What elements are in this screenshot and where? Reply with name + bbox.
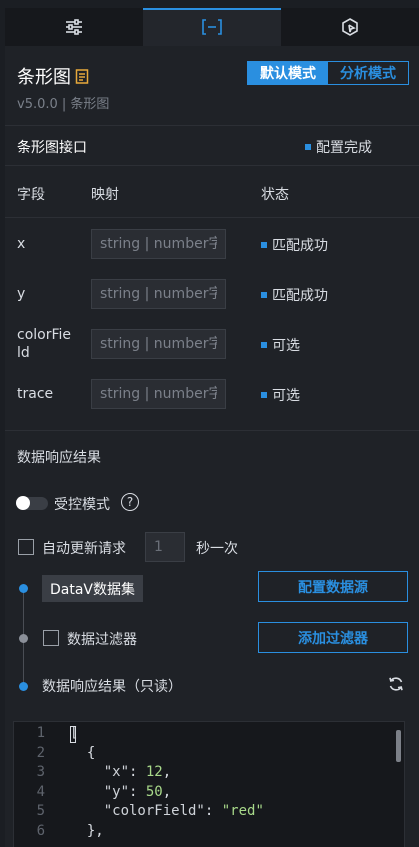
auto-update-row: 自动更新请求 秒一次 <box>5 525 419 571</box>
code-line: { <box>70 744 96 761</box>
line-number-gutter: 1 2 3 4 5 6 <box>14 724 50 841</box>
mapping-input-colorfield[interactable] <box>91 329 226 359</box>
status-dot-icon <box>261 292 267 298</box>
line-number: 1 <box>36 725 45 741</box>
auto-update-checkbox[interactable] <box>18 539 34 555</box>
field-name: trace <box>17 386 54 402</box>
field-rows: x 匹配成功 y 匹配成功 colorFie ld 可选 trace <box>5 218 419 431</box>
field-status: 匹配成功 <box>261 285 328 305</box>
line-number: 3 <box>36 764 45 780</box>
status-dot-icon <box>305 144 311 150</box>
code-scrollbar[interactable] <box>396 730 401 762</box>
response-result-label: 数据响应结果（只读） <box>42 679 182 695</box>
data-filter-label: 数据过滤器 <box>67 632 137 648</box>
line-number: 4 <box>36 783 45 800</box>
code-lines: [ { "x": 12, "y": 50, "colorField": "red… <box>70 724 264 841</box>
column-field: 字段 <box>17 187 45 203</box>
add-filter-button[interactable]: 添加过滤器 <box>258 622 408 653</box>
field-status: 匹配成功 <box>261 235 328 255</box>
document-icon[interactable] <box>75 68 89 84</box>
status-dot-icon <box>261 392 267 398</box>
configure-source-button[interactable]: 配置数据源 <box>258 571 408 602</box>
response-title: 数据响应结果 <box>17 450 101 466</box>
status-dot-icon <box>261 242 267 248</box>
default-mode-button[interactable]: 默认模式 <box>248 62 328 84</box>
bracket-icon <box>202 19 222 35</box>
field-name: y <box>17 286 26 302</box>
interface-section-header: 条形图接口 配置完成 <box>5 126 419 166</box>
text-cursor <box>70 726 76 743</box>
pipeline-step-dot-icon <box>19 634 28 643</box>
pipeline-step-dot-icon <box>19 682 28 691</box>
page-title: 条形图 <box>17 63 89 89</box>
version-text: v5.0.0 | 条形图 <box>17 97 110 112</box>
line-number: 6 <box>36 822 45 839</box>
field-table-header: 字段 映射 状态 <box>5 166 419 218</box>
mode-switch: 默认模式 分析模式 <box>247 61 409 85</box>
config-status: 配置完成 <box>305 137 372 157</box>
refresh-icon[interactable] <box>388 676 404 692</box>
tab-style[interactable] <box>5 8 143 46</box>
tab-data[interactable] <box>143 8 281 46</box>
column-mapping: 映射 <box>91 187 119 203</box>
controlled-mode-toggle[interactable] <box>16 496 48 510</box>
code-line: "colorField": "red" <box>103 803 264 819</box>
tab-interaction[interactable] <box>281 8 419 46</box>
auto-update-label: 自动更新请求 <box>42 541 126 557</box>
field-name: x <box>17 236 26 252</box>
field-row-trace: trace 可选 <box>5 370 419 420</box>
interval-input[interactable] <box>145 532 185 562</box>
component-header: 条形图 v5.0.0 | 条形图 默认模式 分析模式 <box>5 46 419 126</box>
field-status: 可选 <box>261 335 300 355</box>
status-dot-icon <box>261 342 267 348</box>
json-code-viewer[interactable]: 1 2 3 4 5 6 [ { "x": 12, "y": 50, "color… <box>13 721 405 847</box>
line-number: 5 <box>36 803 45 819</box>
response-section-header: 数据响应结果 <box>5 431 419 481</box>
sliders-icon <box>66 19 82 35</box>
mapping-input-x[interactable] <box>91 229 226 259</box>
mapping-input-trace[interactable] <box>91 379 226 409</box>
controlled-mode-label: 受控模式 <box>54 497 110 513</box>
analysis-mode-button[interactable]: 分析模式 <box>328 62 408 84</box>
data-source-chip[interactable]: DataV数据集 <box>42 575 144 602</box>
data-pipeline: DataV数据集 配置数据源 数据过滤器 添加过滤器 数据响应结果（只读） <box>5 571 419 711</box>
panel-tabs <box>5 8 419 46</box>
data-filter-checkbox[interactable] <box>43 630 59 646</box>
field-row-x: x 匹配成功 <box>5 220 419 270</box>
help-icon[interactable]: ? <box>121 493 139 511</box>
cursor-box-icon <box>342 18 358 36</box>
code-line: "y": 50, <box>103 783 172 800</box>
line-number: 2 <box>36 744 45 761</box>
mapping-input-y[interactable] <box>91 279 226 309</box>
field-status: 可选 <box>261 385 300 405</box>
pipeline-step-dot-icon <box>19 584 28 593</box>
field-row-y: y 匹配成功 <box>5 270 419 320</box>
interface-title: 条形图接口 <box>17 140 87 156</box>
code-line: }, <box>70 822 104 839</box>
code-line: "x": 12, <box>103 764 172 780</box>
code-line: [ <box>70 725 79 741</box>
interval-unit: 秒一次 <box>196 541 238 557</box>
field-row-colorfield: colorFie ld 可选 <box>5 320 419 370</box>
field-name: colorFie ld <box>17 327 72 361</box>
column-status: 状态 <box>261 187 289 203</box>
controlled-mode-row: 受控模式 ? <box>5 481 419 525</box>
